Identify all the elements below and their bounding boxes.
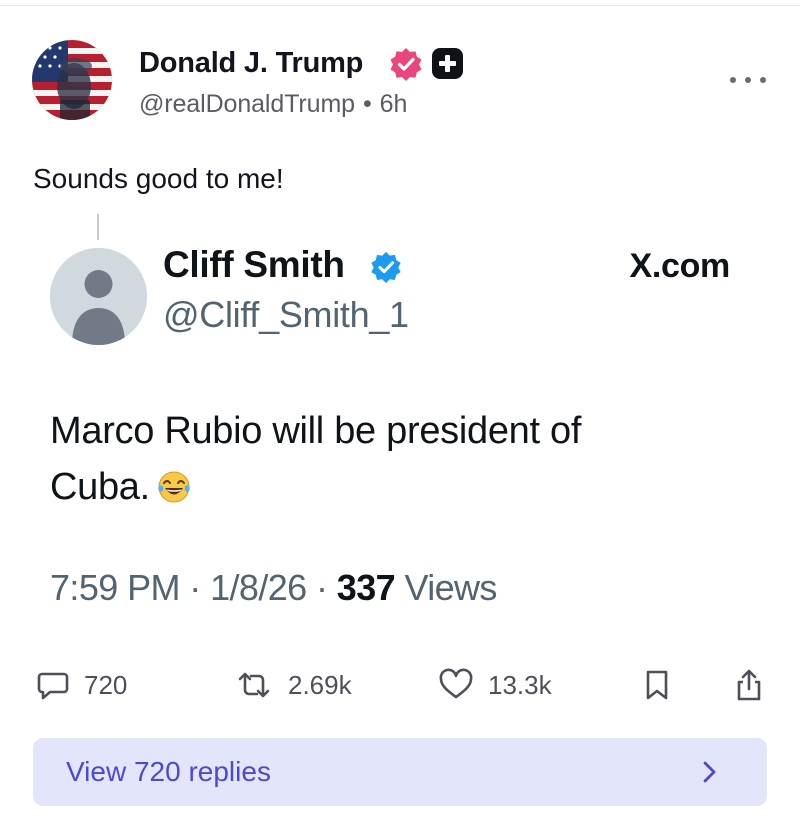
like-count: 13.3k bbox=[488, 669, 552, 700]
default-avatar-icon bbox=[50, 248, 147, 345]
share-button[interactable] bbox=[734, 660, 764, 710]
author-name[interactable]: Donald J. Trump bbox=[139, 47, 363, 80]
view-replies-button[interactable]: View 720 replies bbox=[33, 738, 767, 806]
reply-icon bbox=[37, 672, 69, 700]
quoted-time[interactable]: 7:59 PM bbox=[50, 567, 180, 608]
bookmark-icon bbox=[646, 670, 668, 700]
quoted-avatar[interactable] bbox=[50, 248, 147, 345]
post-time[interactable]: 6h bbox=[380, 90, 408, 118]
repost-icon bbox=[238, 672, 270, 698]
action-bar: 720 2.69k 13.3k bbox=[0, 660, 800, 710]
views-label: Views bbox=[404, 567, 497, 608]
meta-separator: · bbox=[315, 567, 328, 608]
quoted-post-body: Marco Rubio will be president of Cuba. bbox=[50, 410, 582, 508]
views-count: 337 bbox=[336, 567, 396, 608]
quoted-author-handle[interactable]: @Cliff_Smith_1 bbox=[163, 294, 409, 336]
meta-separator: · bbox=[189, 567, 201, 608]
top-divider bbox=[0, 0, 800, 6]
chevron-right-icon bbox=[703, 761, 716, 783]
share-icon bbox=[737, 669, 761, 701]
reply-button[interactable]: 720 bbox=[36, 660, 127, 710]
bookmark-button[interactable] bbox=[644, 660, 670, 710]
quoted-meta: 7:59 PM · 1/8/26 · 337 Views bbox=[50, 567, 497, 609]
more-dot bbox=[760, 77, 766, 83]
view-replies-label: View 720 replies bbox=[66, 756, 271, 787]
author-handle[interactable]: @realDonaldTrump bbox=[139, 90, 355, 118]
tears-of-joy-emoji-icon bbox=[158, 471, 190, 503]
like-button[interactable]: 13.3k bbox=[438, 660, 552, 710]
source-label: X.com bbox=[629, 247, 730, 285]
quoted-author-name[interactable]: Cliff Smith bbox=[163, 244, 345, 286]
reply-count: 720 bbox=[84, 669, 128, 700]
verified-badge-blue-icon bbox=[371, 251, 401, 284]
plus-badge-icon bbox=[432, 48, 463, 79]
author-handle-line: @realDonaldTrump • 6h bbox=[139, 90, 407, 119]
more-dot bbox=[730, 77, 736, 83]
separator-dot: • bbox=[363, 90, 372, 118]
thread-line bbox=[97, 214, 99, 240]
quoted-post-text: Marco Rubio will be president of Cuba. bbox=[50, 403, 690, 515]
repost-count: 2.69k bbox=[288, 669, 352, 700]
more-options-icon[interactable] bbox=[730, 65, 766, 95]
repost-button[interactable]: 2.69k bbox=[234, 660, 352, 710]
more-dot bbox=[745, 77, 751, 83]
author-avatar[interactable] bbox=[32, 40, 112, 120]
author-avatar-image bbox=[32, 40, 112, 120]
post-text: Sounds good to me! bbox=[33, 163, 284, 194]
verified-badge-icon bbox=[390, 48, 422, 81]
quoted-date[interactable]: 1/8/26 bbox=[210, 567, 307, 608]
heart-icon bbox=[439, 668, 473, 699]
